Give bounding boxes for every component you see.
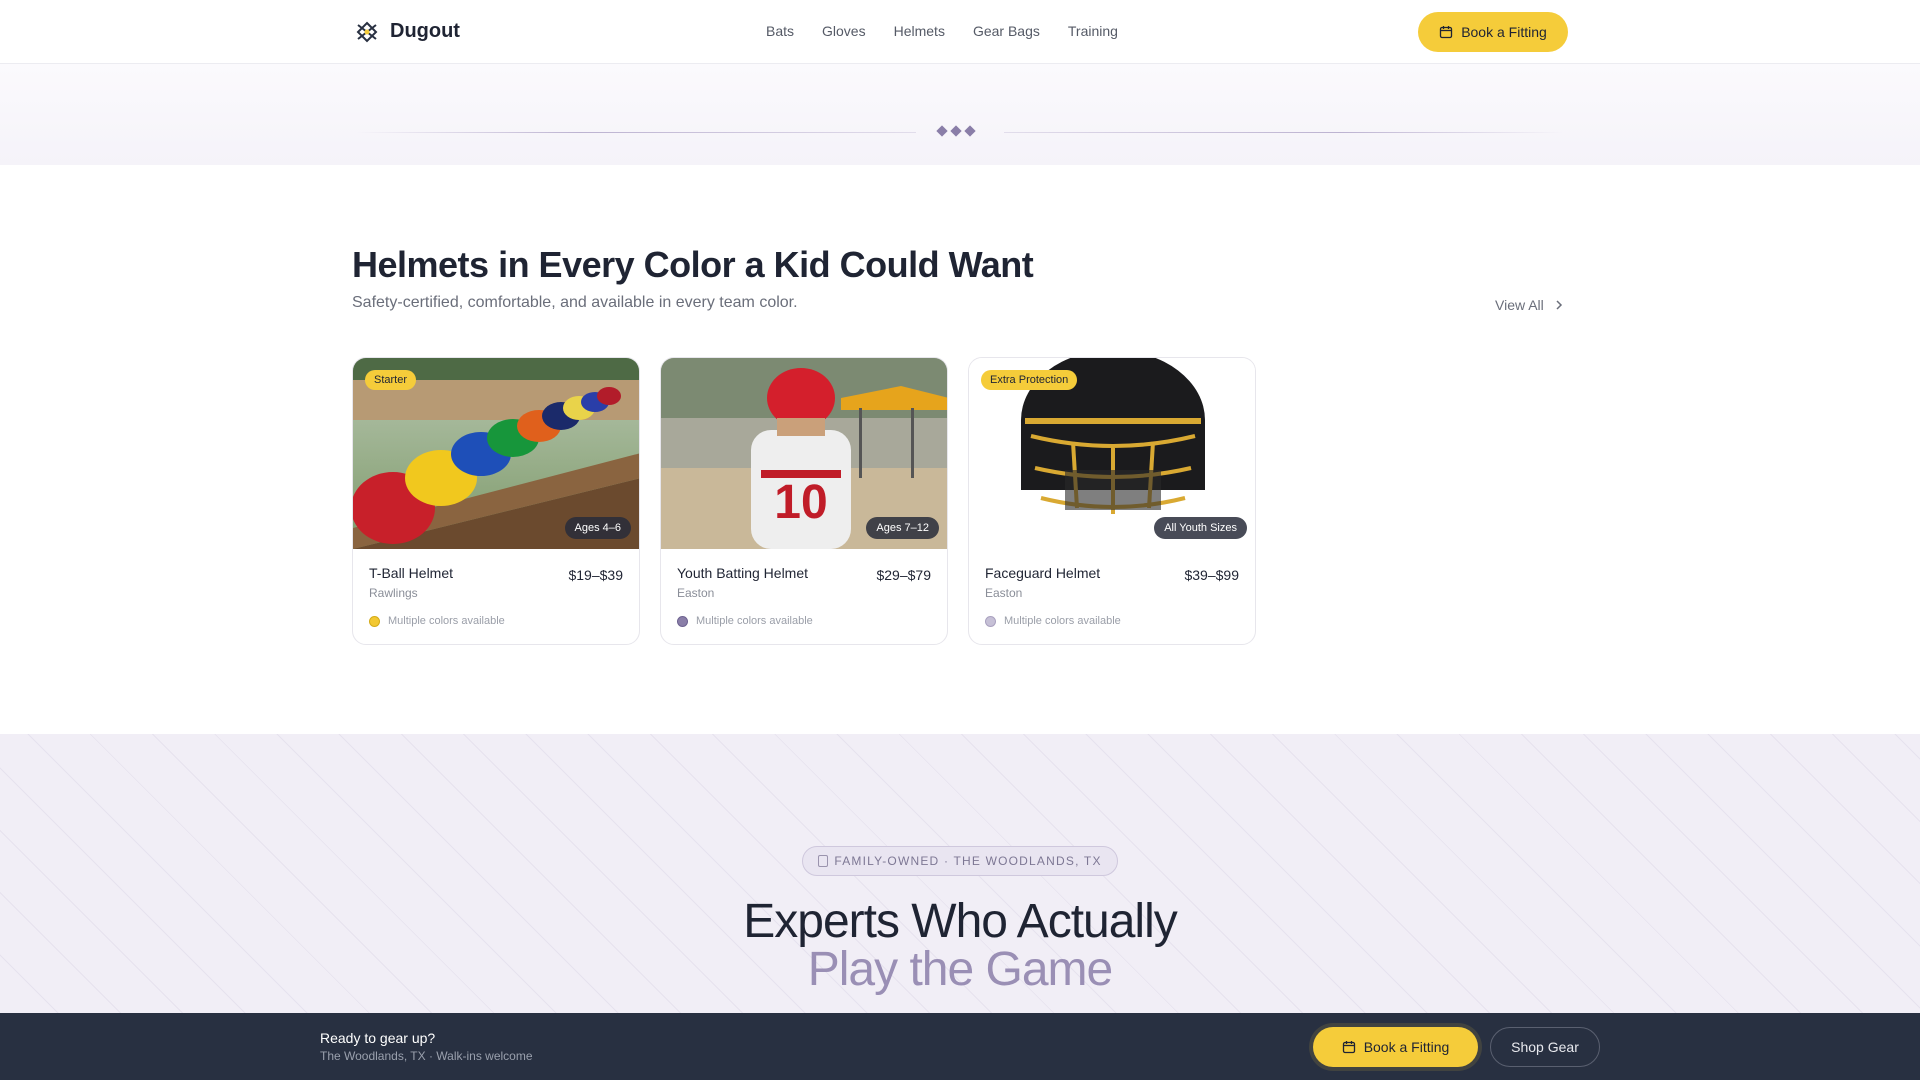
site-header: Dugout Bats Gloves Helmets Gear Bags Tra… — [0, 0, 1920, 64]
color-swatch — [369, 615, 380, 627]
calendar-icon — [1440, 26, 1453, 39]
product-badge: Starter — [365, 370, 417, 390]
product-image-tball-helmets: Starter Ages 4–6 — [353, 358, 639, 549]
divider-diamond-icon — [950, 125, 962, 137]
divider-diamond-icon — [964, 125, 976, 137]
chevron-right-icon — [1556, 300, 1562, 310]
age-badge: Ages 7–12 — [866, 517, 939, 539]
section-title: Helmets in Every Color a Kid Could Want — [352, 244, 1034, 285]
product-brand: Rawlings — [369, 586, 418, 600]
product-price: $39–$99 — [1184, 567, 1239, 583]
colors-note: Multiple colors available — [388, 615, 505, 627]
divider-diamond-icon — [936, 125, 948, 137]
nav-item-gear-bags[interactable]: Gear Bags — [973, 23, 1040, 39]
colors-note: Multiple colors available — [696, 615, 813, 627]
product-card[interactable]: Starter Ages 4–6 T-Ball Helmet Rawlings … — [352, 357, 640, 645]
location-pill: FAMILY-OWNED · THE WOODLANDS, TX — [802, 846, 1118, 876]
sticky-cta-bar: Ready to gear up? The Woodlands, TX · Wa… — [0, 1013, 1920, 1080]
product-badge: Extra Protection — [981, 370, 1078, 390]
view-all-link[interactable]: View All — [1495, 297, 1566, 313]
product-name: T-Ball Helmet — [369, 565, 454, 581]
product-price: $19–$39 — [568, 567, 623, 583]
nav-item-training[interactable]: Training — [1068, 23, 1118, 39]
store-icon — [818, 855, 829, 867]
product-brand: Easton — [677, 586, 715, 600]
product-price: $29–$79 — [876, 567, 931, 583]
age-badge: Ages 4–6 — [564, 517, 631, 539]
calendar-icon — [1342, 1041, 1355, 1054]
book-fitting-button[interactable]: Book a Fitting — [1418, 12, 1568, 52]
size-badge: All Youth Sizes — [1154, 517, 1247, 539]
brand-logo[interactable]: Dugout — [356, 20, 460, 43]
color-availability: Multiple colors available — [985, 615, 1121, 627]
svg-text:10: 10 — [774, 476, 827, 529]
product-image-youth-batting-helmet: 10 Ages 7–12 — [661, 358, 947, 549]
section-divider — [0, 64, 1920, 165]
nav-item-gloves[interactable]: Gloves — [822, 23, 866, 39]
color-swatch — [985, 615, 996, 627]
nav-item-bats[interactable]: Bats — [766, 23, 794, 39]
about-headline: Experts Who Actually — [743, 895, 1178, 948]
divider-line-right — [1004, 132, 1564, 133]
brand-name: Dugout — [390, 20, 460, 42]
location-pill-label: FAMILY-OWNED · THE WOODLANDS, TX — [834, 854, 1102, 868]
product-brand: Easton — [985, 586, 1023, 600]
nav-item-helmets[interactable]: Helmets — [894, 23, 945, 39]
about-headline-accent: Play the Game — [807, 943, 1113, 996]
section-subtitle: Safety-certified, comfortable, and avail… — [352, 294, 798, 311]
cta-bar-subtitle: The Woodlands, TX · Walk-ins welcome — [320, 1049, 533, 1063]
shop-gear-button[interactable]: Shop Gear — [1490, 1027, 1600, 1067]
color-swatch — [677, 615, 688, 627]
main-nav: Bats Gloves Helmets Gear Bags Training — [766, 23, 1118, 39]
product-card[interactable]: Extra Protection All Youth Sizes Facegua… — [968, 357, 1256, 645]
divider-dots — [936, 125, 976, 137]
color-availability: Multiple colors available — [369, 615, 505, 627]
color-availability: Multiple colors available — [677, 615, 813, 627]
book-fitting-label: Book a Fitting — [1461, 24, 1547, 40]
product-card[interactable]: 10 Ages 7–12 Youth Batting Helmet Easton… — [660, 357, 948, 645]
book-fitting-button-footer[interactable]: Book a Fitting — [1313, 1027, 1478, 1067]
cta-bar-title: Ready to gear up? — [320, 1030, 436, 1046]
product-name: Faceguard Helmet — [985, 565, 1101, 581]
product-name: Youth Batting Helmet — [677, 565, 809, 581]
divider-line-left — [356, 132, 916, 133]
diamond-logo-icon — [356, 21, 378, 42]
product-image-faceguard-helmet: Extra Protection All Youth Sizes — [969, 358, 1255, 549]
view-all-label: View All — [1495, 297, 1544, 313]
colors-note: Multiple colors available — [1004, 615, 1121, 627]
book-fitting-footer-label: Book a Fitting — [1363, 1039, 1450, 1055]
